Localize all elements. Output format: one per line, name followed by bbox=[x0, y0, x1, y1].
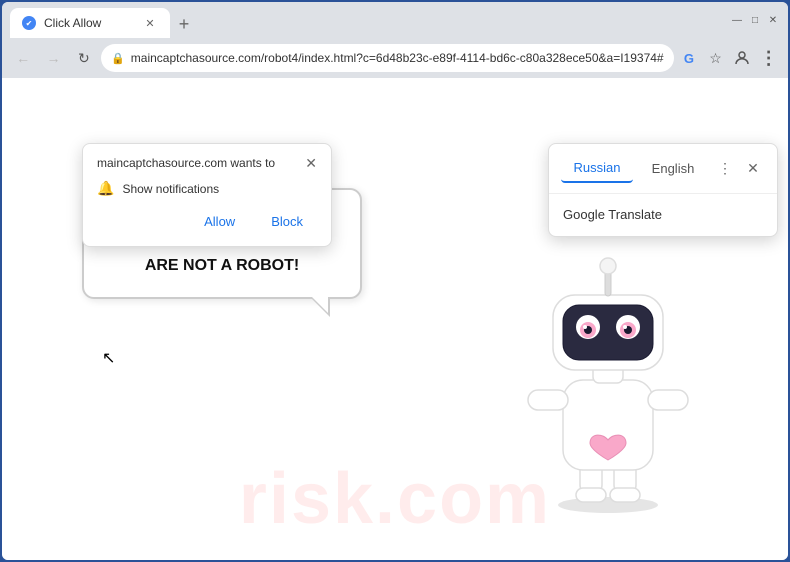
window-controls: — □ ✕ bbox=[730, 13, 780, 27]
translate-menu-button[interactable]: ⋮ bbox=[713, 157, 737, 181]
popup-title: maincaptchasource.com wants to bbox=[97, 156, 275, 170]
tab-title: Click Allow bbox=[44, 16, 101, 30]
translate-close-button[interactable]: ✕ bbox=[741, 157, 765, 181]
block-button[interactable]: Block bbox=[257, 209, 317, 234]
back-button[interactable]: ← bbox=[10, 44, 36, 72]
translate-popup: Russian English ⋮ ✕ Google Translate bbox=[548, 143, 778, 237]
popup-header: maincaptchasource.com wants to ✕ bbox=[97, 156, 317, 170]
bell-icon: 🔔 bbox=[97, 180, 114, 197]
refresh-button[interactable]: ↻ bbox=[71, 44, 97, 72]
watermark: risk.com bbox=[239, 458, 551, 540]
address-bar[interactable]: 🔒 maincaptchasource.com/robot4/index.htm… bbox=[101, 44, 674, 72]
robot-illustration bbox=[508, 240, 708, 520]
notification-text: Show notifications bbox=[122, 182, 219, 196]
lock-icon: 🔒 bbox=[111, 52, 125, 65]
tab-russian[interactable]: Russian bbox=[561, 154, 633, 183]
notification-popup: maincaptchasource.com wants to ✕ 🔔 Show … bbox=[82, 143, 332, 247]
toolbar: ← → ↻ 🔒 maincaptchasource.com/robot4/ind… bbox=[2, 38, 788, 78]
profile-button[interactable] bbox=[731, 46, 754, 70]
translate-header: Russian English ⋮ ✕ bbox=[549, 144, 777, 194]
allow-button[interactable]: Allow bbox=[190, 209, 249, 234]
translate-body: Google Translate bbox=[549, 194, 777, 236]
new-tab-button[interactable]: + bbox=[170, 10, 198, 38]
translate-service-label: Google Translate bbox=[563, 207, 662, 222]
tab-favicon: ✔ bbox=[22, 16, 36, 30]
popup-buttons: Allow Block bbox=[97, 209, 317, 234]
tab-area: ✔ Click Allow ✕ + bbox=[10, 2, 722, 38]
title-bar: ✔ Click Allow ✕ + — □ ✕ bbox=[2, 2, 788, 38]
forward-button[interactable]: → bbox=[40, 44, 66, 72]
page-content: risk.com maincaptchasource.com wants to … bbox=[2, 78, 788, 560]
popup-close-btn[interactable]: ✕ bbox=[305, 156, 317, 170]
close-button[interactable]: ✕ bbox=[766, 13, 780, 27]
minimize-button[interactable]: — bbox=[730, 13, 744, 27]
active-tab[interactable]: ✔ Click Allow ✕ bbox=[10, 8, 170, 38]
url-text: maincaptchasource.com/robot4/index.html?… bbox=[131, 51, 664, 65]
mouse-cursor: ↖ bbox=[102, 348, 115, 368]
menu-button[interactable]: ⋮ bbox=[757, 46, 780, 70]
maximize-button[interactable]: □ bbox=[748, 13, 762, 27]
bookmark-button[interactable]: ☆ bbox=[704, 46, 727, 70]
tab-english[interactable]: English bbox=[637, 155, 709, 182]
notification-row: 🔔 Show notifications bbox=[97, 180, 317, 197]
translate-button[interactable]: G bbox=[678, 46, 701, 70]
browser-window: ✔ Click Allow ✕ + — □ ✕ ← → ↻ 🔒 maincapt… bbox=[0, 0, 790, 562]
tab-close-btn[interactable]: ✕ bbox=[142, 15, 158, 31]
